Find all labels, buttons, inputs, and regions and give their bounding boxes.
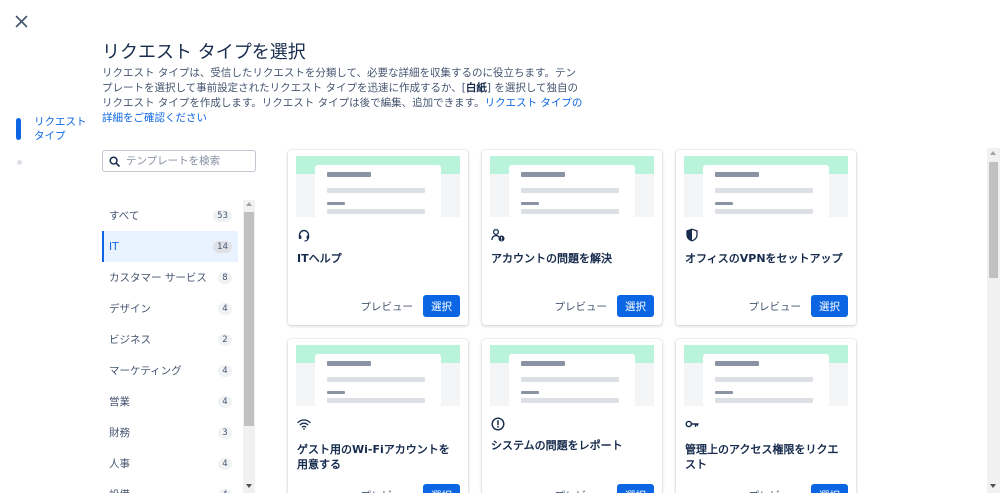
category-label: マーケティング — [109, 365, 182, 377]
scroll-down-icon[interactable] — [246, 484, 252, 488]
template-card-guest-wifi[interactable]: ゲスト用のWi-Fiアカウントを用意する プレビュー 選択 — [288, 339, 468, 493]
preview-button[interactable]: プレビュー — [749, 488, 802, 493]
category-count: 2 — [218, 333, 232, 346]
category-label: デザイン — [109, 303, 151, 315]
template-card-report-system-issue[interactable]: システムの問題をレポート プレビュー 選択 — [482, 339, 662, 493]
category-count: 3 — [218, 426, 232, 439]
current-step-label: リクエスト タイプ — [34, 116, 87, 142]
card-title: 管理上のアクセス権限をリクエスト — [685, 443, 839, 471]
category-count: 53 — [213, 209, 232, 222]
select-button[interactable]: 選択 — [617, 484, 654, 493]
category-count: 4 — [218, 395, 232, 408]
template-card-office-vpn[interactable]: オフィスのVPNをセットアップ プレビュー 選択 — [676, 150, 856, 325]
template-card-admin-access[interactable]: 管理上のアクセス権限をリクエスト プレビュー 選択 — [676, 339, 856, 493]
page-title: リクエスト タイプを選択 — [102, 42, 306, 63]
category-item-sales[interactable]: 営業 4 — [102, 386, 238, 417]
category-label: すべて — [109, 210, 140, 222]
next-step-indicator — [17, 160, 22, 165]
template-thumbnail — [684, 156, 848, 217]
search-input[interactable] — [126, 155, 246, 167]
preview-button[interactable]: プレビュー — [361, 488, 414, 493]
category-item-hr[interactable]: 人事 4 — [102, 448, 238, 479]
close-icon — [15, 15, 27, 27]
alert-circle-icon — [491, 417, 505, 431]
category-item-facilities[interactable]: 設備 4 — [102, 479, 238, 493]
category-label: 営業 — [109, 396, 130, 408]
card-title: ゲスト用のWi-Fiアカウントを用意する — [297, 443, 450, 471]
preview-button[interactable]: プレビュー — [361, 299, 414, 314]
template-search[interactable] — [102, 150, 256, 172]
category-list: すべて 53 IT 14 カスタマー サービス 8 デザイン 4 ビジネス 2 … — [102, 200, 238, 493]
template-card-it-help[interactable]: ITヘルプ プレビュー 選択 — [288, 150, 468, 325]
template-card-account-issue[interactable]: アカウントの問題を解決 プレビュー 選択 — [482, 150, 662, 325]
select-button[interactable]: 選択 — [423, 484, 460, 493]
category-count: 8 — [218, 271, 232, 284]
category-item-it[interactable]: IT 14 — [102, 231, 238, 262]
select-button[interactable]: 選択 — [811, 484, 848, 493]
card-title: ITヘルプ — [297, 252, 342, 265]
page-scrollbar[interactable] — [987, 148, 1000, 493]
scroll-up-icon[interactable] — [990, 151, 996, 155]
template-thumbnail — [296, 345, 460, 406]
category-item-business[interactable]: ビジネス 2 — [102, 324, 238, 355]
category-list-scrollbar[interactable] — [243, 200, 255, 493]
category-count: 14 — [213, 240, 232, 253]
template-thumbnail — [490, 156, 654, 217]
preview-button[interactable]: プレビュー — [749, 299, 802, 314]
search-icon — [109, 155, 120, 167]
category-item-customer-service[interactable]: カスタマー サービス 8 — [102, 262, 238, 293]
key-icon — [685, 420, 699, 428]
category-label: 財務 — [109, 427, 130, 439]
preview-button[interactable]: プレビュー — [555, 488, 608, 493]
select-button[interactable]: 選択 — [423, 295, 460, 317]
template-thumbnail — [684, 345, 848, 406]
wifi-icon — [297, 419, 311, 430]
current-step-indicator — [16, 118, 21, 140]
scrollbar-thumb[interactable] — [244, 212, 254, 426]
scrollbar-thumb[interactable] — [989, 162, 998, 278]
shield-icon — [686, 228, 698, 242]
category-label: カスタマー サービス — [109, 272, 207, 284]
category-label: 人事 — [109, 458, 130, 470]
card-title: オフィスのVPNをセットアップ — [685, 252, 843, 265]
select-button[interactable]: 選択 — [811, 295, 848, 317]
page-description: リクエスト タイプは、受信したリクエストを分類して、必要な詳細を収集するのに役立… — [102, 66, 586, 126]
category-label: ビジネス — [109, 334, 151, 346]
category-label: IT — [109, 240, 119, 253]
description-bold: 白紙 — [465, 82, 487, 94]
close-button[interactable] — [10, 10, 32, 32]
category-item-finance[interactable]: 財務 3 — [102, 417, 238, 448]
category-label: 設備 — [109, 487, 130, 493]
category-count: 4 — [218, 457, 232, 470]
template-thumbnail — [490, 345, 654, 406]
preview-button[interactable]: プレビュー — [555, 299, 608, 314]
user-alert-icon — [491, 228, 505, 242]
category-item-marketing[interactable]: マーケティング 4 — [102, 355, 238, 386]
card-title: アカウントの問題を解決 — [491, 252, 612, 265]
category-item-design[interactable]: デザイン 4 — [102, 293, 238, 324]
scroll-down-icon[interactable] — [990, 484, 996, 488]
category-count: 4 — [218, 364, 232, 377]
card-title: システムの問題をレポート — [491, 439, 623, 452]
category-count: 4 — [218, 488, 232, 493]
category-count: 4 — [218, 302, 232, 315]
scroll-up-icon[interactable] — [246, 202, 252, 206]
select-button[interactable]: 選択 — [617, 295, 654, 317]
template-thumbnail — [296, 156, 460, 217]
headset-icon — [298, 229, 310, 242]
category-item-all[interactable]: すべて 53 — [102, 200, 238, 231]
